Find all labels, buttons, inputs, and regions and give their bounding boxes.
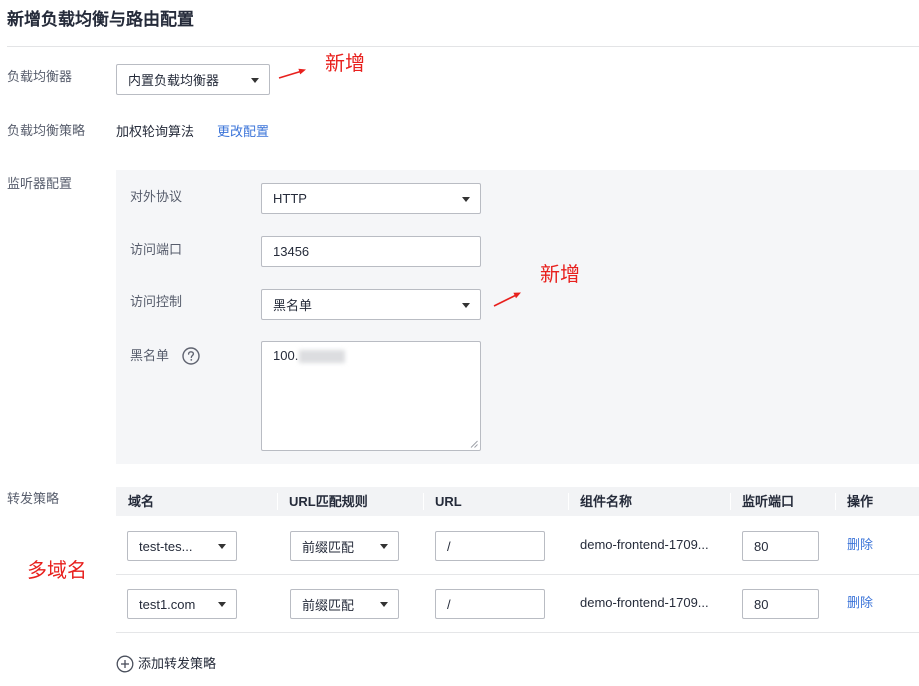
access-control-select-value: 黑名单: [273, 298, 313, 313]
column-divider: [277, 493, 278, 510]
domain-select[interactable]: test-tes...: [127, 531, 237, 561]
resize-handle-icon[interactable]: [470, 440, 478, 448]
column-divider: [835, 493, 836, 510]
url-input[interactable]: /: [435, 589, 545, 619]
blacklist-label: 黑名单: [130, 348, 170, 363]
chevron-down-icon: [462, 302, 470, 308]
delete-link[interactable]: 删除: [847, 594, 873, 612]
access-control-label: 访问控制: [130, 294, 183, 309]
blacklist-textarea-value: 100.: [273, 348, 299, 363]
change-config-link[interactable]: 更改配置: [217, 123, 269, 141]
redacted-blur: [299, 350, 346, 364]
chevron-down-icon: [218, 602, 226, 607]
table-row: test-tes... 前缀匹配 / demo-frontend-1709...…: [116, 517, 919, 575]
protocol-select[interactable]: HTTP: [261, 183, 481, 214]
match-rule-select-value: 前缀匹配: [302, 597, 355, 613]
column-divider: [423, 493, 424, 510]
load-balancer-select[interactable]: 内置负载均衡器: [116, 64, 270, 95]
listen-port-input-value: 80: [754, 596, 769, 612]
forwarding-table-header: 域名 URL匹配规则 URL 组件名称 监听端口 操作: [116, 487, 919, 516]
balancing-strategy-label: 负载均衡策略: [7, 123, 86, 138]
chevron-down-icon: [251, 77, 259, 83]
column-header-port: 监听端口: [742, 494, 795, 509]
listen-port-input-value: 80: [754, 538, 769, 554]
match-rule-select[interactable]: 前缀匹配: [290, 589, 399, 619]
chevron-down-icon: [380, 602, 388, 607]
port-input-value: 13456: [273, 244, 310, 259]
column-header-url: URL: [435, 494, 462, 509]
load-balancer-label: 负载均衡器: [7, 69, 73, 84]
component-name: demo-frontend-1709...: [580, 537, 709, 552]
annotation-new-load-balancer: 新增: [325, 53, 365, 75]
delete-link[interactable]: 删除: [847, 536, 873, 554]
listen-port-input[interactable]: 80: [742, 531, 819, 561]
load-balancer-select-value: 内置负载均衡器: [128, 73, 220, 88]
column-header-match-rule: URL匹配规则: [289, 494, 368, 509]
protocol-select-value: HTTP: [273, 191, 307, 206]
add-forwarding-strategy-label: 添加转发策略: [138, 656, 217, 671]
forwarding-strategy-label: 转发策略: [7, 491, 60, 506]
page-title: 新增负载均衡与路由配置: [7, 10, 194, 29]
question-circle-icon[interactable]: [182, 347, 200, 365]
title-divider: [7, 46, 919, 47]
column-divider: [568, 493, 569, 510]
domain-select-value: test1.com: [139, 596, 196, 612]
chevron-down-icon: [462, 196, 470, 202]
match-rule-select[interactable]: 前缀匹配: [290, 531, 399, 561]
column-header-component: 组件名称: [580, 494, 633, 509]
column-header-action: 操作: [847, 494, 874, 509]
annotation-arrow-icon: [278, 68, 306, 79]
port-input[interactable]: 13456: [261, 236, 481, 267]
chevron-down-icon: [380, 544, 388, 549]
annotation-multi-domain: 多域名: [27, 560, 87, 582]
match-rule-select-value: 前缀匹配: [302, 539, 355, 555]
listen-port-input[interactable]: 80: [742, 589, 819, 619]
table-row: test1.com 前缀匹配 / demo-frontend-1709... 8…: [116, 575, 919, 633]
chevron-down-icon: [218, 544, 226, 549]
url-input-value: /: [447, 596, 451, 612]
domain-select[interactable]: test1.com: [127, 589, 237, 619]
annotation-new-access-control: 新增: [540, 264, 580, 286]
url-input[interactable]: /: [435, 531, 545, 561]
domain-select-value: test-tes...: [139, 538, 193, 554]
page: 新增负载均衡与路由配置 负载均衡器 内置负载均衡器 新增 负载均衡策略 加权轮询…: [0, 0, 919, 686]
listener-config-panel: [116, 170, 919, 464]
port-label: 访问端口: [130, 242, 183, 257]
balancing-strategy-value: 加权轮询算法: [116, 124, 195, 139]
column-header-domain: 域名: [128, 494, 155, 509]
listener-config-label: 监听器配置: [7, 176, 73, 191]
url-input-value: /: [447, 538, 451, 554]
access-control-select[interactable]: 黑名单: [261, 289, 481, 320]
plus-circle-icon: [116, 655, 134, 673]
column-divider: [730, 493, 731, 510]
component-name: demo-frontend-1709...: [580, 595, 709, 610]
blacklist-textarea[interactable]: 100.: [261, 341, 481, 451]
protocol-label: 对外协议: [130, 189, 183, 204]
